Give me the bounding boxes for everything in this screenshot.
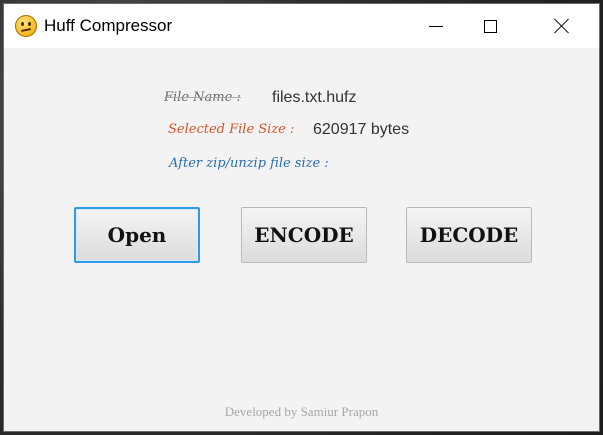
close-button[interactable] xyxy=(539,4,585,48)
close-icon xyxy=(554,18,570,34)
maximize-icon xyxy=(483,19,497,33)
file-name-value: files.txt.hufz xyxy=(272,89,357,106)
encode-button[interactable]: ENCODE xyxy=(241,207,367,263)
selected-file-size-label: Selected File Size : xyxy=(168,122,295,137)
title-bar[interactable]: Huff Compressor xyxy=(4,4,599,48)
selected-file-size-value: 620917 bytes xyxy=(313,121,410,138)
open-button[interactable]: Open xyxy=(74,207,200,263)
decode-button[interactable]: DECODE xyxy=(406,207,532,263)
developer-credit: Developed by Samiur Prapon xyxy=(224,404,379,419)
after-zip-size-label: After zip/unzip file size : xyxy=(169,156,329,171)
smiley-icon xyxy=(15,15,37,37)
minimize-icon xyxy=(429,25,443,27)
maximize-button[interactable] xyxy=(467,4,513,48)
window-title: Huff Compressor xyxy=(44,16,173,35)
app-window: Huff Compressor File Name : files.txt.hu… xyxy=(4,4,599,431)
minimize-button[interactable] xyxy=(413,4,459,48)
file-name-label: File Name : xyxy=(164,90,241,105)
